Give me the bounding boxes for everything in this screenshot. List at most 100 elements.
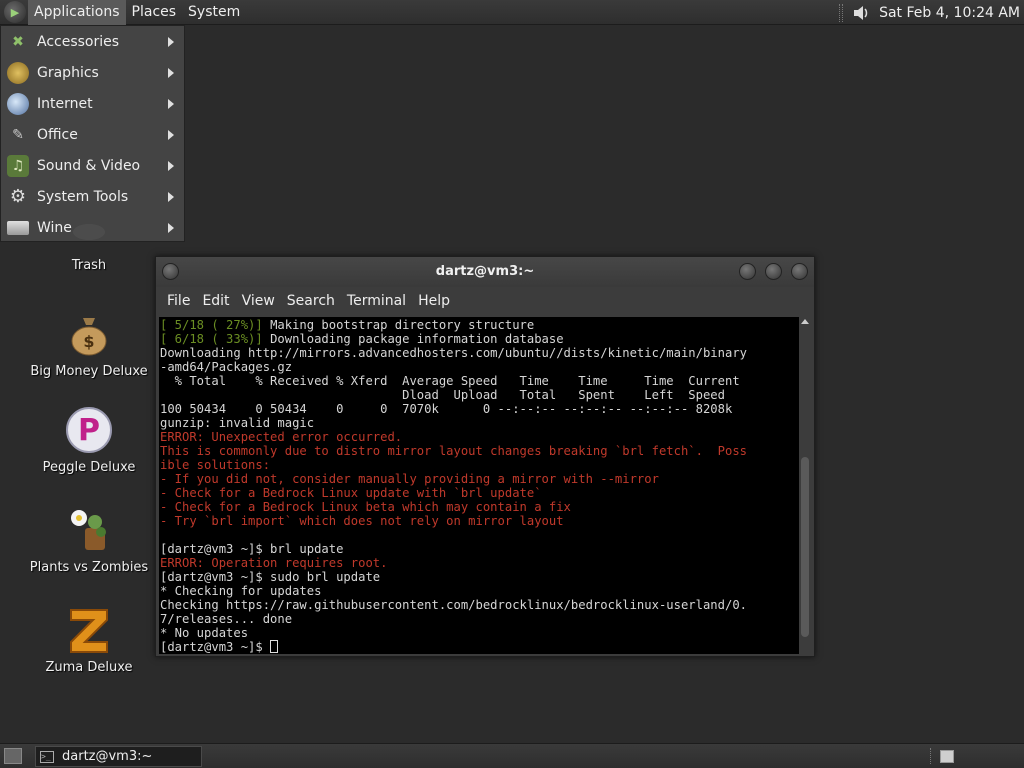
menu-help[interactable]: Help [412,293,456,309]
workspace-switcher[interactable] [940,750,954,763]
terminal-menubar: File Edit View Search Terminal Help [156,287,814,315]
submenu-arrow-icon [168,67,174,78]
desktop-icon-peggle[interactable]: P Peggle Deluxe [24,406,154,475]
panel-clock[interactable]: Sat Feb 4, 10:24 AM [879,5,1020,21]
close-button[interactable] [791,263,808,280]
terminal-line: - If you did not, consider manually prov… [160,472,659,486]
terminal-line: This is commonly due to distro mirror la… [160,444,747,458]
maximize-button[interactable] [765,263,782,280]
panel-grip [839,3,844,22]
terminal-line: 7/releases... done [160,612,293,626]
svg-text:$: $ [83,332,94,351]
bottom-panel: >_ dartz@vm3:~ [0,743,1024,768]
window-title: dartz@vm3:~ [435,264,535,279]
menu-terminal[interactable]: Terminal [341,293,412,309]
desktop-icon-label: Big Money Deluxe [30,364,148,379]
terminal-line: Downloading http://mirrors.advancedhoste… [160,346,747,360]
menu-item-graphics[interactable]: Graphics [1,57,184,88]
terminal-line: % Total % Received % Xferd Average Speed… [160,374,740,388]
terminal-window[interactable]: dartz@vm3:~ File Edit View Search Termin… [155,256,815,657]
panel-grip [930,748,932,764]
terminal-line: [ 6/18 ( 33%)] Downloading package infor… [160,332,800,346]
line-text: Making bootstrap directory structure [270,318,535,332]
system-tools-icon: ⚙ [9,186,27,207]
volume-icon[interactable] [851,3,871,23]
sound-video-icon: ♫ [7,154,29,177]
terminal-line: ERROR: Unexpected error occurred. [160,430,403,444]
menu-item-sound-video[interactable]: ♫ Sound & Video [1,150,184,181]
svg-text:P: P [78,413,100,448]
prompt-line[interactable]: [dartz@vm3 ~]$ [160,640,800,654]
terminal-line: 100 50434 0 50434 0 0 7070k 0 --:--:-- -… [160,402,733,416]
show-desktop-icon[interactable] [4,748,22,764]
prompt-text: [dartz@vm3 ~]$ [160,640,271,654]
submenu-arrow-icon [168,98,174,109]
plants-vs-zombies-icon [65,506,113,554]
submenu-arrow-icon [168,160,174,171]
menu-item-wine[interactable]: Wine [1,212,184,243]
wine-icon [7,220,29,235]
panel-menubar: ▶ Applications Places System [0,0,246,25]
terminal-line: - Check for a Bedrock Linux beta which m… [160,500,571,514]
scroll-up-arrow-icon[interactable] [801,319,809,324]
menu-item-internet[interactable]: Internet [1,88,184,119]
desktop-icon-label: Plants vs Zombies [29,560,149,575]
terminal-line: [dartz@vm3 ~]$ sudo brl update [160,570,381,584]
distro-logo-icon[interactable]: ▶ [4,1,26,23]
terminal-line: ible solutions: [160,458,271,472]
desktop-icon-label: Peggle Deluxe [42,460,136,475]
terminal-line: -amd64/Packages.gz [160,360,293,374]
menu-search[interactable]: Search [281,293,341,309]
line-text: Downloading package information database [270,332,564,346]
menu-item-label: Sound & Video [37,157,141,174]
terminal-scrollbar[interactable] [799,317,811,654]
menu-file[interactable]: File [161,293,196,309]
desktop-icon-zuma[interactable]: Zuma Deluxe [24,606,154,675]
submenu-arrow-icon [168,36,174,47]
menu-item-accessories[interactable]: ✖ Accessories [1,26,184,57]
menu-item-label: Office [37,126,78,143]
terminal-line: [dartz@vm3 ~]$ brl update [160,542,344,556]
places-menu[interactable]: Places [126,0,183,25]
office-icon: ✎ [12,126,24,143]
submenu-arrow-icon [168,191,174,202]
terminal-output[interactable]: [ 5/18 ( 27%)] Making bootstrap director… [159,317,800,654]
graphics-icon [7,61,29,84]
minimize-button[interactable] [739,263,756,280]
taskbar-button-terminal[interactable]: >_ dartz@vm3:~ [35,746,202,767]
taskbar-button-label: dartz@vm3:~ [62,749,153,764]
desktop-icon-big-money[interactable]: $ Big Money Deluxe [24,310,154,379]
zuma-icon [65,606,113,654]
accessories-icon: ✖ [12,33,24,50]
submenu-arrow-icon [168,129,174,140]
desktop-icon-pvz[interactable]: Plants vs Zombies [24,506,154,575]
progress-prefix: [ 5/18 ( 27%)] [160,318,271,332]
menu-item-label: Graphics [37,64,99,81]
window-titlebar[interactable]: dartz@vm3:~ [156,257,814,287]
scrollbar-thumb[interactable] [801,457,809,637]
terminal-icon: >_ [40,750,54,763]
menu-edit[interactable]: Edit [196,293,235,309]
panel-tray: Sat Feb 4, 10:24 AM [839,0,1020,25]
menu-item-system-tools[interactable]: ⚙ System Tools [1,181,184,212]
system-menu[interactable]: System [182,0,246,25]
terminal-line: [ 5/18 ( 27%)] Making bootstrap director… [160,318,800,332]
menu-item-label: System Tools [37,188,129,205]
applications-dropdown: ✖ Accessories Graphics Internet ✎ Office… [0,25,185,242]
internet-icon [7,92,29,115]
terminal-line: - Try `brl import` which does not rely o… [160,514,564,528]
peggle-icon: P [65,406,113,454]
applications-menu[interactable]: Applications [28,0,126,25]
menu-item-office[interactable]: ✎ Office [1,119,184,150]
menu-item-label: Internet [37,95,93,112]
terminal-line: * No updates [160,626,249,640]
terminal-line: gunzip: invalid magic [160,416,315,430]
menu-view[interactable]: View [236,293,281,309]
terminal-line: * Checking for updates [160,584,322,598]
terminal-line: Checking https://raw.githubusercontent.c… [160,598,747,612]
desktop-icon-label: Zuma Deluxe [45,660,133,675]
menu-item-label: Accessories [37,33,120,50]
terminal-line: Dload Upload Total Spent Left Speed [160,388,725,402]
terminal-line: ERROR: Operation requires root. [160,556,388,570]
